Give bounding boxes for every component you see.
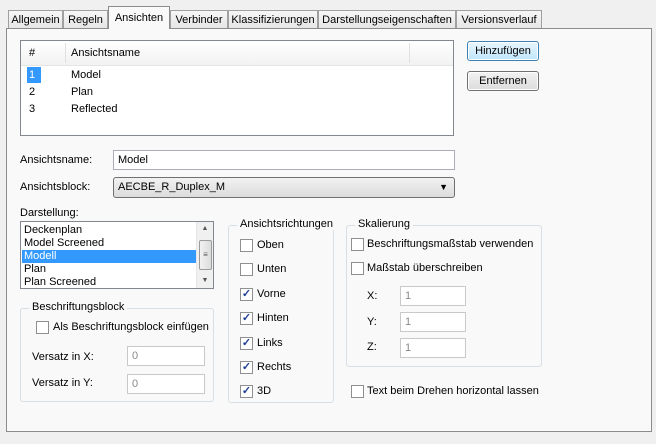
scrollbar[interactable]: ▲ ≡ ▼ [196,222,213,288]
checkbox-hinten[interactable]: ✓ [240,312,253,325]
override-scale-checkbox[interactable] [351,262,364,275]
tab-ansichten[interactable]: Ansichten [108,6,170,29]
view-block-dropdown[interactable]: AECBE_R_Duplex_M ▼ [113,177,455,198]
links-label: Links [257,337,283,349]
scale-z-label: Z: [367,341,377,353]
scale-y-field[interactable]: 1 [400,312,466,332]
offset-y-label: Versatz in Y: [32,377,93,389]
row-number: 1 [27,67,41,83]
list-item[interactable]: 1 Model [21,67,453,83]
checkbox-3d[interactable]: ✓ [240,385,253,398]
add-button[interactable]: Hinzufügen [467,41,539,61]
insert-annotation-checkbox[interactable] [36,321,49,334]
column-header-number[interactable]: # [29,47,35,59]
tab-regeln[interactable]: Regeln [63,10,108,28]
checkbox-oben[interactable] [240,239,253,252]
offset-x-label: Versatz in X: [32,351,94,363]
list-item[interactable]: 3 Reflected [21,101,453,117]
list-item[interactable]: Model Screened [22,237,199,250]
scale-y-label: Y: [367,316,377,328]
view-directions-title: Ansichtsrichtungen [237,218,336,230]
offset-y-field[interactable]: 0 [127,374,205,394]
row-number: 2 [29,86,36,98]
unten-label: Unten [257,263,287,275]
hinten-label: Hinten [257,312,289,324]
tab-allgemein[interactable]: Allgemein [8,10,63,28]
vorne-label: Vorne [257,288,286,300]
rechts-label: Rechts [257,361,292,373]
3d-label: 3D [257,385,272,397]
view-name-field[interactable]: Model [113,150,455,170]
tab-darstellungseigenschaften[interactable]: Darstellungseigenschaften [318,10,456,28]
list-header: # Ansichtsname [21,41,453,66]
chevron-down-icon: ▼ [439,182,448,192]
use-annotation-scale-label: Beschriftungsmaßstab verwenden [367,238,534,250]
list-item[interactable]: 2 Plan [21,84,453,100]
scroll-up-icon[interactable]: ▲ [197,222,213,236]
remove-button[interactable]: Entfernen [467,71,539,91]
override-scale-label: Maßstab überschreiben [367,262,483,274]
list-item[interactable]: Plan [22,263,199,276]
checkbox-vorne[interactable]: ✓ [240,288,253,301]
keep-text-horizontal-checkbox[interactable] [351,385,364,398]
list-item[interactable]: Plan Screened [22,276,199,288]
scale-x-field[interactable]: 1 [400,286,466,306]
scaling-title: Skalierung [355,218,413,230]
scale-z-field[interactable]: 1 [400,338,466,358]
row-name: Reflected [71,103,118,115]
list-item[interactable]: Deckenplan [22,224,199,237]
views-list[interactable]: # Ansichtsname 1 Model 2 Plan 3 Reflecte… [20,40,454,136]
row-number: 3 [29,103,36,115]
row-name: Plan [71,86,94,98]
scroll-thumb[interactable]: ≡ [199,240,212,270]
use-annotation-scale-checkbox[interactable] [351,238,364,251]
keep-text-horizontal-label: Text beim Drehen horizontal lassen [367,385,539,397]
checkbox-links[interactable]: ✓ [240,337,253,350]
view-block-value: AECBE_R_Duplex_M [118,181,225,193]
view-block-label: Ansichtsblock: [20,181,91,193]
oben-label: Oben [257,239,284,251]
checkbox-rechts[interactable]: ✓ [240,361,253,374]
tab-versionsverlauf[interactable]: Versionsverlauf [456,10,542,28]
view-name-label: Ansichtsname: [20,154,93,166]
insert-annotation-label: Als Beschriftungsblock einfügen [53,321,209,333]
annotation-block-title: Beschriftungsblock [29,301,128,313]
offset-x-field[interactable]: 0 [127,346,205,366]
checkbox-unten[interactable] [240,263,253,276]
row-name: Model [71,69,101,81]
list-item-selected[interactable]: Modell [22,250,199,263]
scale-x-label: X: [367,290,378,302]
tab-klassifizierungen[interactable]: Klassifizierungen [228,10,318,28]
display-listbox[interactable]: Deckenplan Model Screened Modell Plan Pl… [20,221,214,289]
column-header-name[interactable]: Ansichtsname [71,47,140,59]
display-label: Darstellung: [20,207,79,219]
tab-verbinder[interactable]: Verbinder [170,10,228,28]
scroll-down-icon[interactable]: ▼ [197,274,213,288]
